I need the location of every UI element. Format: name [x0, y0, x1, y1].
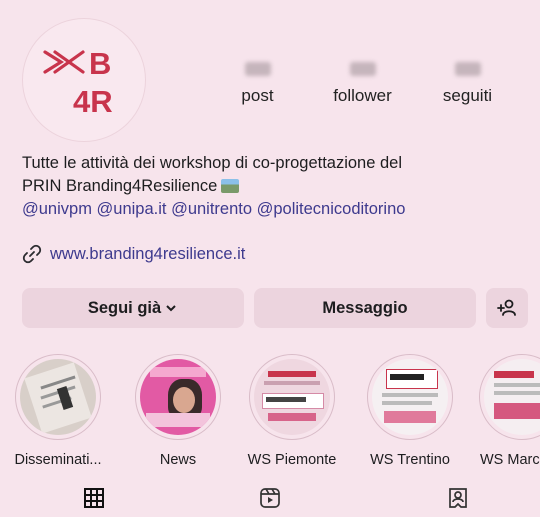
highlight-cover [484, 359, 540, 435]
action-buttons: Segui già Messaggio [22, 288, 528, 328]
brand-logo: B 4R [43, 46, 113, 119]
highlight-label: News [159, 452, 197, 468]
add-person-icon [497, 299, 516, 316]
message-button[interactable]: Messaggio [254, 288, 476, 328]
tab-reels[interactable] [252, 482, 288, 514]
svg-text:4R: 4R [73, 84, 113, 119]
stat-label: follower [333, 86, 392, 105]
highlight-cover [140, 359, 216, 435]
profile-stats: post follower seguiti [205, 60, 525, 106]
highlight-label: WS Marc [480, 452, 540, 468]
highlight-ws-trentino[interactable]: WS Trentino [358, 354, 462, 468]
highlight-label: WS Trentino [370, 452, 450, 468]
highlight-cover [20, 359, 96, 435]
highlight-ring [479, 354, 540, 440]
highlight-news[interactable]: News [126, 354, 230, 468]
highlight-disseminazione[interactable]: Disseminati... [6, 354, 110, 468]
stat-followers[interactable]: follower [310, 60, 415, 106]
stat-following[interactable]: seguiti [415, 60, 520, 106]
profile-avatar[interactable]: B 4R [22, 18, 146, 142]
highlight-label: WS Piemonte [247, 452, 337, 468]
following-button[interactable]: Segui già [22, 288, 244, 328]
highlight-cover [372, 359, 448, 435]
blurred-count [349, 62, 376, 76]
profile-header: B 4R post follower seguiti [0, 0, 540, 150]
stat-posts[interactable]: post [205, 60, 310, 106]
highlight-ring [135, 354, 221, 440]
reels-icon [260, 488, 280, 508]
grid-icon [84, 488, 104, 508]
blurred-count [244, 62, 271, 76]
chevron-down-icon [166, 305, 176, 312]
website-url[interactable]: www.branding4resilience.it [50, 245, 245, 264]
highlight-ws-piemonte[interactable]: WS Piemonte [240, 354, 344, 468]
profile-bio: Tutte le attività dei workshop di co-pro… [22, 152, 522, 221]
bio-line: PRIN Branding4Resilience [22, 175, 522, 198]
stat-label: seguiti [442, 86, 493, 105]
tagged-person-icon [449, 488, 467, 508]
highlight-ring [367, 354, 453, 440]
blurred-count [454, 62, 481, 76]
bio-text: PRIN Branding4Resilience [22, 177, 218, 195]
message-label: Messaggio [322, 298, 408, 317]
bio-line: Tutte le attività dei workshop di co-pro… [22, 154, 403, 172]
bio-mentions[interactable]: @univpm @unipa.it @unitrento @politecnic… [22, 198, 522, 221]
stat-label: post [241, 86, 274, 105]
highlight-ring [249, 354, 335, 440]
profile-tabs [0, 478, 540, 517]
add-person-button[interactable] [486, 288, 528, 328]
svg-text:B: B [89, 46, 111, 81]
link-icon [22, 244, 42, 264]
highlight-ring [15, 354, 101, 440]
following-label: Segui già [87, 298, 162, 317]
highlight-ws-marche[interactable]: WS Marc [470, 354, 540, 468]
tab-grid[interactable] [76, 482, 112, 514]
highlight-cover [254, 359, 330, 435]
story-highlights: Disseminati... News WS Piemonte WS Trent… [0, 354, 540, 474]
landscape-emoji-icon [221, 179, 240, 193]
website-link[interactable]: www.branding4resilience.it [22, 244, 245, 264]
tab-tagged[interactable] [440, 482, 476, 514]
highlight-label: Disseminati... [14, 452, 102, 468]
